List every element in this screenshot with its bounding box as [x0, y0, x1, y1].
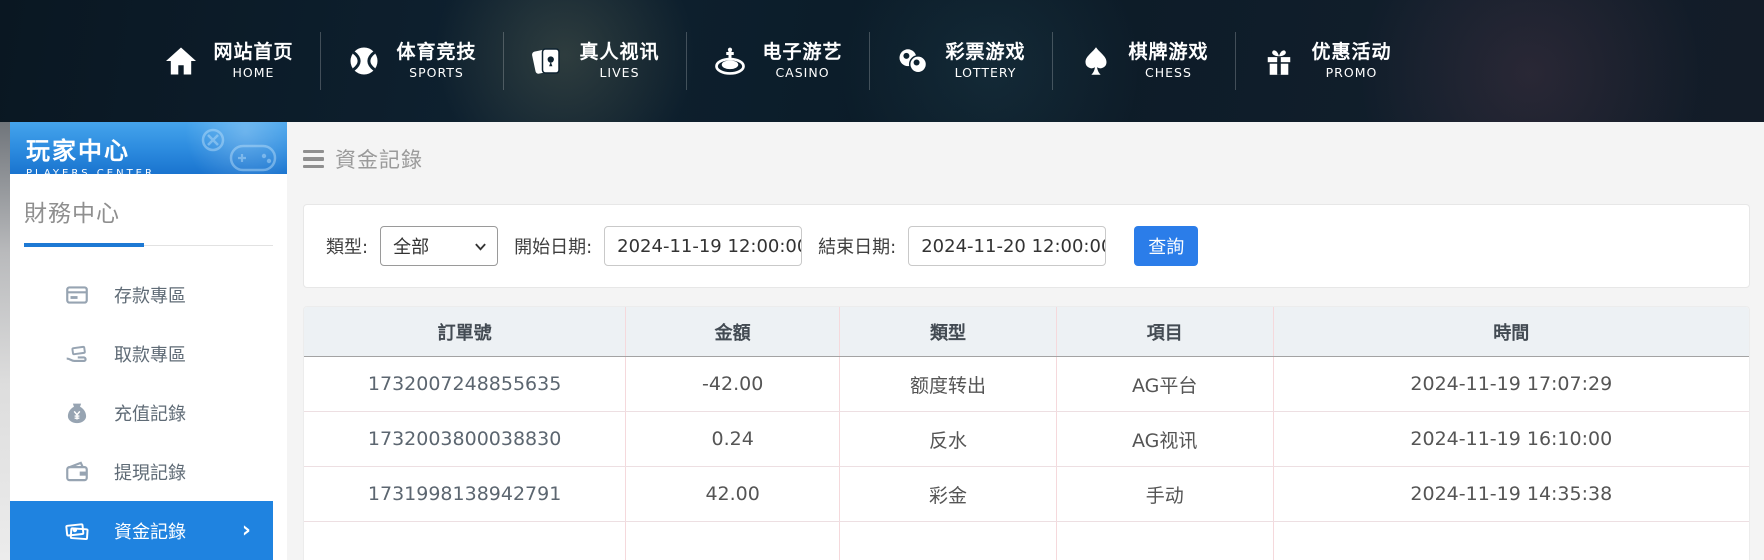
cell-empty — [1057, 522, 1274, 560]
main-content: 資金記錄 類型: 全部 開始日期: 結束日期: 查詢 訂單號 金額 類型 項目 … — [287, 122, 1764, 560]
nav-label-zh: 体育竞技 — [396, 41, 476, 65]
filter-panel: 類型: 全部 開始日期: 結束日期: 查詢 — [303, 204, 1750, 288]
moneybag-icon — [64, 400, 90, 426]
nav-item-promo[interactable]: 优惠活动 PROMO — [1235, 0, 1418, 122]
cell-item: 手动 — [1057, 467, 1274, 521]
header-item: 項目 — [1057, 307, 1274, 356]
nav-item-chess[interactable]: 棋牌游戏 CHESS — [1052, 0, 1235, 122]
nav-label-zh: 棋牌游戏 — [1128, 41, 1208, 65]
sidebar-item-label: 存款專區 — [114, 282, 186, 308]
cell-time: 2024-11-19 17:07:29 — [1274, 357, 1749, 411]
spade-icon — [1078, 43, 1114, 79]
menu-toggle-icon[interactable] — [303, 150, 324, 169]
type-select-value: 全部 — [393, 233, 429, 259]
sidebar-item-label: 充值記錄 — [114, 400, 186, 426]
nav-label-en: PROMO — [1326, 65, 1378, 81]
nav-item-home[interactable]: 网站首页 HOME — [137, 0, 320, 122]
cell-order-no: 1732007248855635 — [304, 357, 626, 411]
nav-label-zh: 网站首页 — [213, 41, 293, 65]
chevron-right-icon: › — [242, 520, 251, 542]
gamepad-decoration-icon — [197, 126, 281, 174]
nav-item-lives[interactable]: 真人视讯 LIVES — [503, 0, 686, 122]
nav-label-zh: 彩票游戏 — [945, 41, 1025, 65]
nav-item-lottery[interactable]: 彩票游戏 LOTTERY — [869, 0, 1052, 122]
sidebar-item-recharge-records[interactable]: 充值記錄 — [10, 383, 287, 442]
header-type: 類型 — [840, 307, 1057, 356]
cell-order-no: 1731998138942791 — [304, 467, 626, 521]
start-date-label: 開始日期: — [514, 233, 592, 259]
table-row: 1732007248855635 -42.00 额度转出 AG平台 2024-1… — [304, 357, 1749, 412]
cell-time: 2024-11-19 16:10:00 — [1274, 412, 1749, 466]
cell-empty — [304, 522, 626, 560]
section-divider — [24, 243, 273, 247]
nav-label-en: CHESS — [1145, 65, 1192, 81]
sports-ball-icon — [346, 43, 382, 79]
sidebar-item-withdrawal-records[interactable]: 提現記錄 — [10, 442, 287, 501]
withdraw-hand-icon — [64, 341, 90, 367]
cell-item: AG视讯 — [1057, 412, 1274, 466]
end-date-label: 結束日期: — [818, 233, 896, 259]
cell-amount: 0.24 — [626, 412, 840, 466]
type-select[interactable]: 全部 — [380, 226, 498, 266]
sidebar-item-label: 提現記錄 — [114, 459, 186, 485]
table-row: 1731998138942791 42.00 彩金 手动 2024-11-19 … — [304, 467, 1749, 522]
sidebar-item-fund-records[interactable]: 資金記錄 › — [10, 501, 273, 560]
breadcrumb: 資金記錄 — [303, 144, 1750, 174]
cell-amount: 42.00 — [626, 467, 840, 521]
cell-empty — [626, 522, 840, 560]
start-date-input[interactable] — [604, 226, 802, 266]
cell-item: AG平台 — [1057, 357, 1274, 411]
sidebar: 玩家中心 PLAYERS CENTER 財務中心 存款 — [10, 122, 287, 560]
left-edge-strip — [0, 122, 10, 560]
top-navigation: 网站首页 HOME 体育竞技 SPORTS 真人视讯 LIVES — [0, 0, 1764, 122]
nav-label-en: SPORTS — [409, 65, 464, 81]
cell-empty — [840, 522, 1057, 560]
nav-item-casino[interactable]: 电子游艺 CASINO — [686, 0, 869, 122]
nav-label-en: HOME — [233, 65, 275, 81]
header-time: 時間 — [1274, 307, 1749, 356]
cell-type: 彩金 — [840, 467, 1057, 521]
sidebar-menu: 存款專區 取款專區 充值記錄 — [10, 247, 287, 560]
query-button[interactable]: 查詢 — [1134, 226, 1198, 266]
sidebar-item-deposit[interactable]: 存款專區 — [10, 265, 287, 324]
header-order-no: 訂單號 — [304, 307, 626, 356]
nav-label-zh: 电子游艺 — [762, 41, 842, 65]
table-row-partial — [304, 522, 1749, 560]
banknotes-icon — [64, 518, 90, 544]
nav-label-en: CASINO — [775, 65, 829, 81]
deposit-card-icon — [64, 282, 90, 308]
cell-type: 额度转出 — [840, 357, 1057, 411]
nav-label-en: LIVES — [599, 65, 639, 81]
gift-icon — [1261, 43, 1297, 79]
finance-center-heading: 財務中心 — [24, 194, 273, 228]
cell-empty — [1274, 522, 1749, 560]
roulette-icon — [712, 43, 748, 79]
nav-label-zh: 真人视讯 — [579, 41, 659, 65]
cards-icon — [529, 43, 565, 79]
sidebar-item-label: 資金記錄 — [114, 518, 186, 544]
cell-type: 反水 — [840, 412, 1057, 466]
home-icon — [163, 43, 199, 79]
players-center-banner: 玩家中心 PLAYERS CENTER — [10, 122, 287, 174]
lottery-balls-icon — [895, 43, 931, 79]
sidebar-item-withdraw[interactable]: 取款專區 — [10, 324, 287, 383]
type-label: 類型: — [326, 233, 368, 259]
wallet-icon — [64, 459, 90, 485]
nav-label-zh: 优惠活动 — [1311, 41, 1391, 65]
header-amount: 金額 — [626, 307, 840, 356]
page-body: 玩家中心 PLAYERS CENTER 財務中心 存款 — [0, 122, 1764, 560]
page-title: 資金記錄 — [335, 144, 423, 174]
cell-time: 2024-11-19 14:35:38 — [1274, 467, 1749, 521]
nav-label-en: LOTTERY — [955, 65, 1017, 81]
table-header-row: 訂單號 金額 類型 項目 時間 — [304, 307, 1749, 357]
sidebar-item-label: 取款專區 — [114, 341, 186, 367]
cell-amount: -42.00 — [626, 357, 840, 411]
fund-records-table: 訂單號 金額 類型 項目 時間 1732007248855635 -42.00 … — [303, 306, 1750, 560]
cell-order-no: 1732003800038830 — [304, 412, 626, 466]
chevron-down-icon — [474, 240, 487, 253]
nav-item-sports[interactable]: 体育竞技 SPORTS — [320, 0, 503, 122]
end-date-input[interactable] — [908, 226, 1106, 266]
table-row: 1732003800038830 0.24 反水 AG视讯 2024-11-19… — [304, 412, 1749, 467]
